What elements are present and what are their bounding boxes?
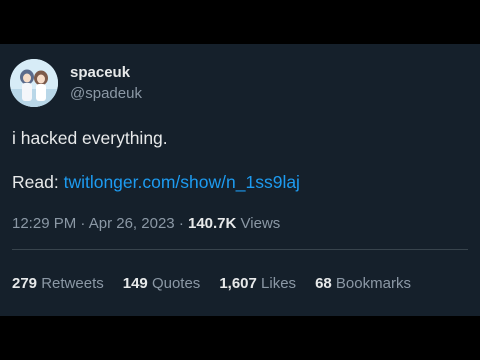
user-handle[interactable]: @spadeuk: [70, 84, 142, 104]
tweet-text: i hacked everything.: [12, 128, 168, 148]
quotes-label: Quotes: [151, 275, 201, 292]
likes-count: 1,607: [219, 275, 257, 292]
avatar[interactable]: [10, 59, 58, 107]
retweets-label: Retweets: [41, 275, 104, 292]
bookmarks-count: 68: [315, 275, 332, 292]
tweet-read-line: Read: twitlonger.com/show/n_1ss9laj: [12, 170, 300, 194]
tweet-date[interactable]: Apr 26, 2023: [89, 215, 175, 232]
quotes-stat[interactable]: 149 Quotes: [123, 274, 201, 294]
bookmarks-stat[interactable]: 68 Bookmarks: [315, 274, 411, 294]
meta-separator: ·: [80, 215, 86, 232]
retweets-stat[interactable]: 279 Retweets: [12, 274, 104, 294]
user-names: spaceuk @spadeuk: [70, 63, 142, 104]
tweet-header: spaceuk @spadeuk: [10, 54, 142, 112]
views-label: Views: [240, 215, 281, 232]
engagement-stats: 279 Retweets 149 Quotes 1,607 Likes 68 B…: [12, 274, 430, 294]
read-label: Read:: [12, 172, 59, 192]
views-count: 140.7K: [187, 215, 237, 232]
likes-label: Likes: [261, 275, 297, 292]
tweet-card: spaceuk @spadeuk i hacked everything. Re…: [0, 44, 480, 316]
retweets-count: 279: [12, 275, 38, 292]
divider: [12, 249, 468, 250]
tweet-time[interactable]: 12:29 PM: [12, 215, 76, 232]
bookmarks-label: Bookmarks: [335, 275, 411, 292]
display-name[interactable]: spaceuk: [70, 63, 142, 83]
likes-stat[interactable]: 1,607 Likes: [219, 274, 296, 294]
tweet-meta: 12:29 PM · Apr 26, 2023 · 140.7K Views: [12, 214, 280, 234]
tweet-link[interactable]: twitlonger.com/show/n_1ss9laj: [64, 172, 300, 192]
anime-characters-avatar-icon: [10, 59, 58, 107]
meta-separator: ·: [178, 215, 184, 232]
quotes-count: 149: [122, 275, 148, 292]
